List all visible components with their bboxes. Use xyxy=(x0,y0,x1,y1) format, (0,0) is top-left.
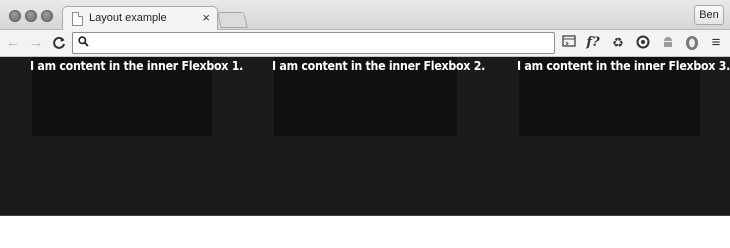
forward-icon[interactable]: → xyxy=(27,34,45,52)
back-icon[interactable]: ← xyxy=(4,34,22,52)
document-icon xyxy=(72,12,83,26)
page-content: I am content in the inner Flexbox 1. I a… xyxy=(0,57,730,215)
flexbox-1-text: I am content in the inner Flexbox 1. xyxy=(30,59,244,73)
page-blank-area xyxy=(0,215,730,248)
tab-layout-example[interactable]: Layout example × xyxy=(62,6,218,31)
search-icon xyxy=(78,36,89,47)
toolbar: ← → f? ♻ ≡ xyxy=(0,30,730,57)
new-tab-button[interactable] xyxy=(217,12,248,28)
sync-icon[interactable] xyxy=(635,35,651,51)
shield-icon[interactable] xyxy=(684,35,700,51)
tab-strip: Layout example × Ben xyxy=(0,0,730,31)
close-window-button[interactable] xyxy=(9,10,21,22)
inner-flexbox-2: I am content in the inner Flexbox 2. xyxy=(272,57,485,136)
menu-icon[interactable]: ≡ xyxy=(708,35,724,51)
zoom-window-button[interactable] xyxy=(41,10,53,22)
android-icon[interactable] xyxy=(660,35,676,51)
flexbox-3-text: I am content in the inner Flexbox 3. xyxy=(517,59,730,73)
fx-icon[interactable]: f? xyxy=(585,35,601,51)
address-bar[interactable] xyxy=(72,32,555,54)
tab-title: Layout example xyxy=(89,12,167,24)
page-action-icon[interactable] xyxy=(561,35,577,51)
recycle-icon[interactable]: ♻ xyxy=(610,35,626,51)
tab-close-icon[interactable]: × xyxy=(202,10,210,26)
address-input[interactable] xyxy=(95,35,550,51)
flexbox-2-text: I am content in the inner Flexbox 2. xyxy=(272,59,486,73)
minimize-window-button[interactable] xyxy=(25,10,37,22)
reload-icon[interactable] xyxy=(50,34,68,52)
inner-flexbox-1: I am content in the inner Flexbox 1. xyxy=(30,57,243,136)
browser-window: Layout example × Ben ← → f? ♻ ≡ I am con… xyxy=(0,0,730,248)
inner-flexbox-3: I am content in the inner Flexbox 3. xyxy=(517,57,730,136)
profile-button[interactable]: Ben xyxy=(694,5,724,25)
